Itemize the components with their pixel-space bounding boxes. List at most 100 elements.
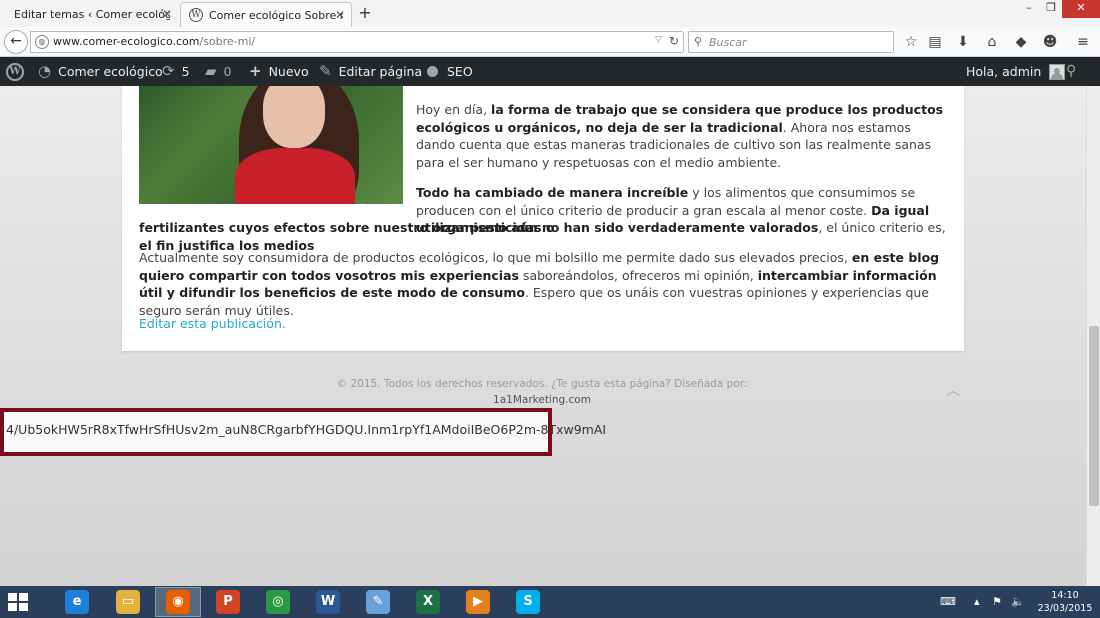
taskbar-app-internet-explorer[interactable]: e [54, 587, 100, 617]
home-icon[interactable]: ⌂ [983, 33, 1001, 51]
new-tab-button[interactable]: + [356, 3, 374, 22]
start-tile [19, 603, 28, 611]
taskbar-app-file-explorer[interactable]: ▭ [105, 587, 151, 617]
tab-label: Comer ecológico Sobre mí... [209, 8, 343, 22]
scrollbar-thumb[interactable] [1089, 326, 1099, 506]
search-icon: ⚲ [1066, 63, 1077, 79]
edit-post-link[interactable]: Editar esta publicación. [139, 316, 286, 331]
start-tile [8, 603, 17, 611]
paragraph-consumidora: Actualmente soy consumidora de productos… [139, 249, 954, 319]
new-content-menu[interactable]: + Nuevo [249, 57, 309, 86]
page-scrollbar[interactable] [1086, 86, 1100, 586]
close-tab-icon[interactable]: ✕ [335, 8, 345, 22]
wordpress-favicon-icon: W [189, 8, 203, 22]
pencil-icon: ✎ [319, 62, 332, 80]
url-path: /sobre-mi/ [199, 35, 256, 48]
excel-icon: X [416, 590, 440, 614]
edit-page-link[interactable]: ✎ Editar página [319, 57, 422, 86]
close-window-button[interactable]: ✕ [1062, 0, 1100, 18]
text-run: saboreándolos, ofreceros mi opinión, [518, 267, 758, 283]
taskbar-app-media-player[interactable]: ▶ [455, 587, 501, 617]
maximize-button[interactable]: ❐ [1040, 0, 1062, 18]
close-tab-icon[interactable]: ✕ [162, 7, 172, 21]
search-box[interactable]: ⚲ Buscar [688, 31, 894, 53]
text-run: Actualmente soy consumidora de productos… [139, 250, 852, 265]
token-highlight-box: 4/Ub5okHW5rR8xTfwHrSfHUsv2m_auN8CRgarbfY… [0, 408, 606, 456]
volume-icon[interactable]: 🔈 [1011, 586, 1025, 618]
windows-start-icon[interactable] [8, 593, 28, 611]
article-card: Hoy en día, la forma de trabajo que se c… [122, 86, 964, 351]
wp-admin-bar: W ◔ Comer ecológico ⟳ 5 ▰ 0 + Nuevo ✎ Ed… [0, 57, 1100, 86]
text-run: Hoy en día, [416, 102, 492, 117]
author-photo [139, 86, 403, 204]
comments-menu[interactable]: ▰ 0 [205, 57, 232, 86]
paragraph-tradicional: Hoy en día, la forma de trabajo que se c… [416, 101, 952, 171]
bold-run: fertilizantes cuyos efectos sobre nuestr… [139, 220, 819, 235]
search-placeholder: Buscar [709, 36, 747, 49]
designer-link[interactable]: 1a1Marketing.com [260, 392, 824, 408]
url-host: www.comer-ecologico.com [53, 35, 200, 48]
minimize-button[interactable]: – [1018, 0, 1040, 18]
seo-label: SEO [447, 64, 473, 79]
firefox-icon: ◉ [166, 590, 190, 614]
download-icon[interactable]: ⬇ [954, 33, 972, 51]
copyright-text: © 2015. Todos los derechos reservados. ¿… [336, 378, 748, 390]
system-clock[interactable]: 14:10 23/03/2015 [1034, 589, 1096, 615]
menu-icon[interactable]: ≡ [1074, 33, 1092, 51]
updates-icon: ⟳ [162, 62, 175, 80]
keyboard-icon[interactable]: ⌨ [940, 586, 956, 618]
taskbar-app-skype[interactable]: S [505, 587, 551, 617]
history-dropdown-icon[interactable]: ▽ [655, 35, 662, 45]
pocket-icon[interactable]: ◆ [1012, 33, 1030, 51]
reload-icon[interactable]: ↻ [669, 34, 679, 48]
reading-list-icon[interactable]: ▤ [926, 33, 944, 51]
taskbar-app-powerpoint[interactable]: P [205, 587, 251, 617]
globe-icon: ◍ [35, 35, 49, 49]
browser-navbar: ← ◍ www.comer-ecologico.com/sobre-mi/ ▽ … [0, 27, 1100, 57]
clock-date: 23/03/2015 [1037, 603, 1093, 614]
show-hidden-icons-icon[interactable]: ▴ [974, 586, 980, 618]
taskbar-app-chrome[interactable]: ◎ [255, 587, 301, 617]
avatar [1049, 63, 1066, 80]
star-icon[interactable]: ☆ [902, 33, 920, 51]
paint-icon: ✎ [366, 590, 390, 614]
auth-token-text[interactable]: 4/Ub5okHW5rR8xTfwHrSfHUsv2m_auN8CRgarbfY… [6, 422, 606, 437]
photo-face [263, 86, 325, 148]
windows-taskbar: e ▭ ◉ P ◎ W ✎ X ▶ S ⌨ ▴ ⚑ 🔈 14:10 23/03/2015 [0, 586, 1100, 618]
chrome-icon: ◎ [266, 590, 290, 614]
seo-menu[interactable]: SEO [427, 57, 473, 86]
back-button[interactable]: ← [4, 30, 28, 54]
edit-page-label: Editar página [338, 64, 423, 79]
taskbar-app-excel[interactable]: X [405, 587, 451, 617]
comment-icon: ▰ [205, 62, 217, 80]
chevron-up-icon[interactable]: ︿ [942, 380, 964, 399]
tab-editar-temas[interactable]: Editar temas ‹ Comer ecológ... ✕ [6, 2, 178, 27]
account-menu[interactable]: Hola, admin [966, 57, 1066, 86]
skype-icon: S [516, 590, 540, 614]
address-bar[interactable]: ◍ www.comer-ecologico.com/sobre-mi/ ▽ ↻ [30, 31, 684, 53]
start-tile [19, 593, 28, 601]
site-name-menu[interactable]: ◔ Comer ecológico [38, 57, 163, 86]
updates-count: 5 [181, 64, 190, 79]
new-label: Nuevo [268, 64, 309, 79]
browser-tabstrip: Editar temas ‹ Comer ecológ... ✕ W Comer… [0, 0, 1100, 27]
media-player-icon: ▶ [466, 590, 490, 614]
wp-logo-menu[interactable]: W [6, 57, 24, 86]
taskbar-app-paint[interactable]: ✎ [355, 587, 401, 617]
chat-icon[interactable]: ☻ [1041, 33, 1059, 51]
site-name: Comer ecológico [58, 64, 163, 79]
powerpoint-icon: P [216, 590, 240, 614]
taskbar-app-word[interactable]: W [305, 587, 351, 617]
action-center-flag-icon[interactable]: ⚑ [992, 586, 1002, 618]
site-footer: © 2015. Todos los derechos reservados. ¿… [260, 376, 824, 408]
updates-menu[interactable]: ⟳ 5 [162, 57, 190, 86]
file-explorer-icon: ▭ [116, 590, 140, 614]
comments-count: 0 [223, 64, 232, 79]
url-text: www.comer-ecologico.com/sobre-mi/ [53, 35, 255, 48]
greeting: Hola, admin [966, 64, 1042, 79]
adminbar-search[interactable]: ⚲ [1066, 57, 1083, 86]
tab-sobre-mi[interactable]: W Comer ecológico Sobre mí... ✕ [180, 2, 352, 27]
start-tile [8, 593, 17, 601]
taskbar-app-firefox[interactable]: ◉ [155, 587, 201, 617]
plus-icon: + [249, 62, 262, 80]
